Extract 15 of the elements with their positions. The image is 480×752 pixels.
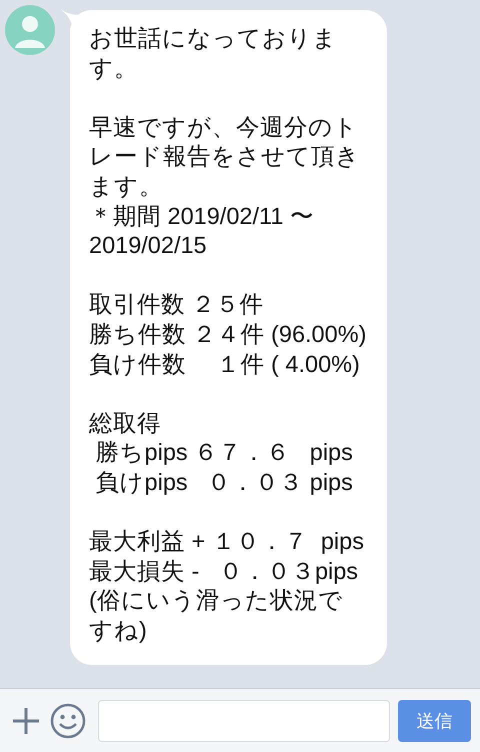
message-text: 負け件数 １件 ( 4.00%) xyxy=(89,350,361,379)
send-button[interactable]: 送信 xyxy=(398,700,471,742)
message-text: (俗にいう滑った状況ですね) xyxy=(89,586,344,645)
message-text: 勝ちpips ６７．６ pips xyxy=(94,438,354,468)
message-text: 総取得 xyxy=(89,408,162,438)
message-text: 最大利益 + １０．７ pips xyxy=(89,527,365,556)
message-text: お世話になっております。 xyxy=(89,24,338,83)
message-text: 負けpips ０．０３ pips xyxy=(94,468,354,497)
message-input[interactable] xyxy=(98,700,390,742)
message-text: 取引件数 ２５件 xyxy=(89,290,265,320)
smiley-icon[interactable] xyxy=(50,702,86,738)
message-text: 早速ですが、今週分のトレード報告をさせて頂きます。 xyxy=(89,112,361,201)
message-text: ＊期間 2019/02/11 〜 2019/02/15 xyxy=(89,202,315,260)
message-text: 勝ち件数 ２４件 (96.00%) xyxy=(89,320,367,349)
message-text: 最大損失 - ０．０３pips xyxy=(89,556,360,586)
